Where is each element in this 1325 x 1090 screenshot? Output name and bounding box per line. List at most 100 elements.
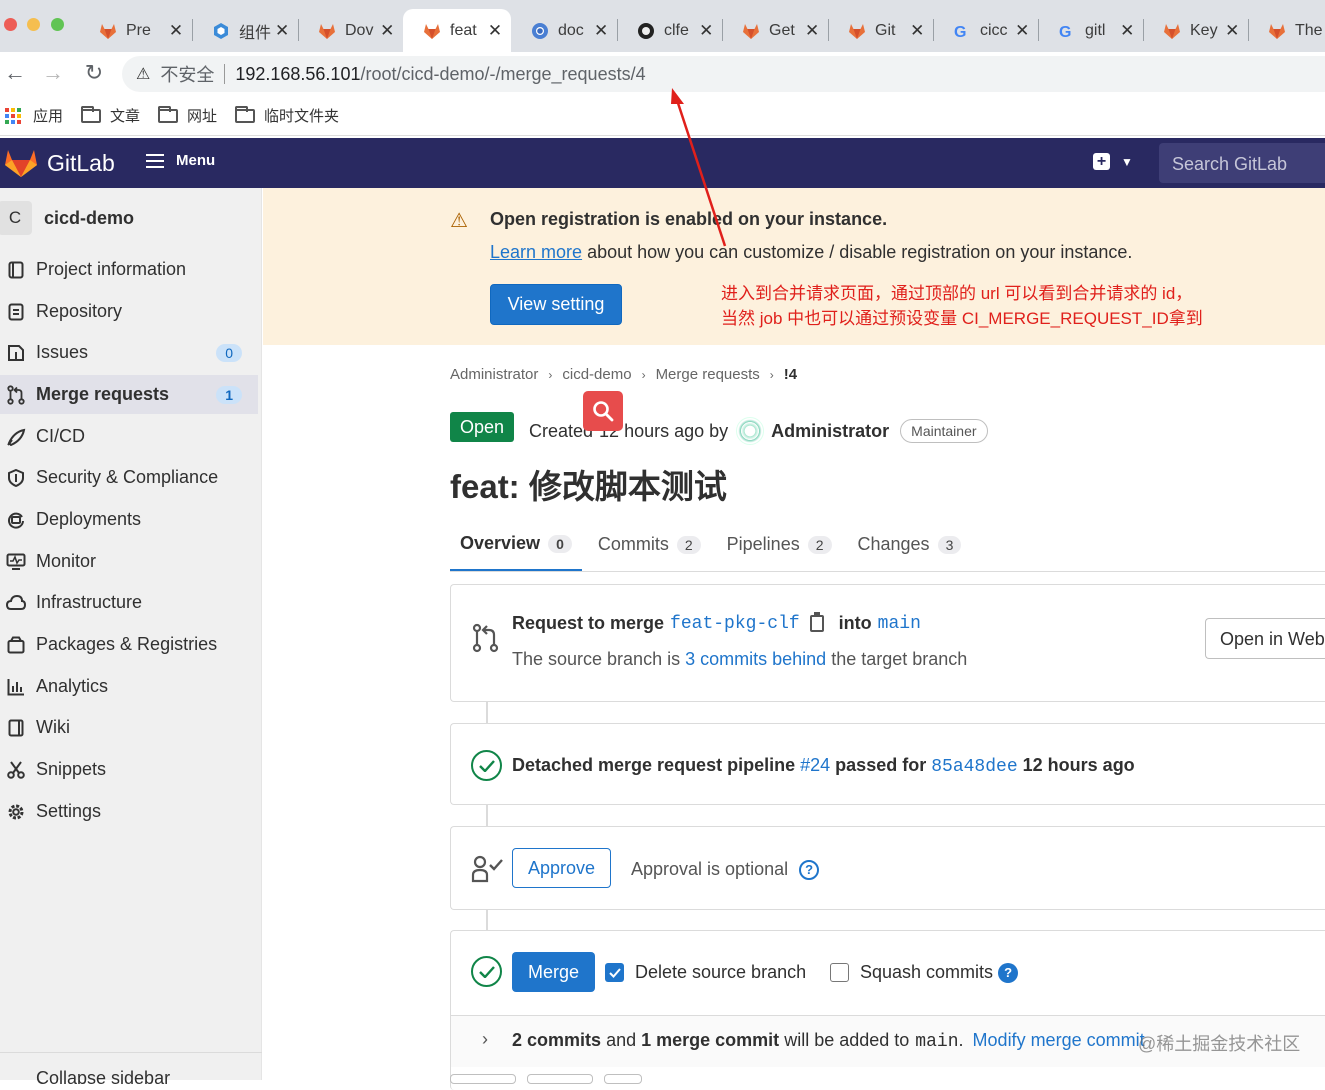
- breadcrumb-administrator[interactable]: Administrator: [450, 366, 538, 383]
- browser-tab[interactable]: Ggitl ✕: [1038, 9, 1143, 52]
- help-icon[interactable]: ?: [998, 962, 1019, 983]
- back-button[interactable]: ←: [0, 60, 30, 86]
- close-window-button[interactable]: [4, 18, 17, 31]
- close-tab-icon[interactable]: ✕: [274, 21, 290, 41]
- reload-button[interactable]: ↻: [79, 60, 109, 86]
- browser-tab[interactable]: 组件 ✕: [192, 9, 298, 52]
- project-header[interactable]: C cicd-demo: [0, 198, 258, 238]
- bookmark-folder-articles[interactable]: 文章: [81, 105, 140, 126]
- view-setting-button[interactable]: View setting: [490, 284, 622, 325]
- source-branch-link[interactable]: feat-pkg-clf: [670, 614, 800, 634]
- close-tab-icon[interactable]: ✕: [1120, 21, 1135, 41]
- partial-button-3[interactable]: [604, 1074, 642, 1084]
- delete-branch-checkbox[interactable]: [605, 963, 624, 982]
- svg-text:G: G: [1059, 24, 1071, 40]
- bookmark-label: 应用: [33, 108, 64, 125]
- pipeline-id-link[interactable]: #24: [800, 755, 830, 775]
- bookmark-apps[interactable]: 应用: [5, 105, 63, 126]
- squash-checkbox[interactable]: [830, 963, 849, 982]
- modify-merge-commit-link[interactable]: Modify merge commit: [973, 1030, 1145, 1050]
- target-branch-link[interactable]: main: [878, 614, 921, 634]
- breadcrumb-mr-id[interactable]: !4: [784, 366, 797, 383]
- pipeline-success-icon[interactable]: [471, 750, 502, 781]
- magnifier-overlay-button[interactable]: [583, 391, 623, 431]
- delete-branch-label: Delete source branch: [635, 962, 807, 982]
- browser-tab[interactable]: Git ✕: [828, 9, 933, 52]
- copy-branch-icon[interactable]: [809, 612, 824, 632]
- commits-behind-link[interactable]: 3 commits behind: [685, 649, 826, 669]
- browser-tab[interactable]: The✕: [1248, 9, 1325, 52]
- sidebar-item-packages-registries[interactable]: Packages & Registries: [0, 625, 258, 664]
- author-name[interactable]: Administrator: [771, 421, 889, 442]
- collapse-sidebar-button[interactable]: Collapse sidebar: [6, 1068, 170, 1084]
- browser-tab[interactable]: Dov ✕: [298, 9, 403, 52]
- tab-overview[interactable]: Overview 0: [450, 518, 582, 571]
- sidebar-item-project-information[interactable]: Project information: [0, 250, 258, 289]
- browser-tab[interactable]: Key ✕: [1143, 9, 1248, 52]
- gitlab-logo-icon: [5, 150, 37, 177]
- bookmark-folder-temp[interactable]: 临时文件夹: [235, 105, 339, 126]
- breadcrumb-merge-requests[interactable]: Merge requests: [656, 366, 760, 383]
- gitlab-home-link[interactable]: GitLab: [4, 148, 115, 178]
- question-circle-icon[interactable]: ?: [799, 859, 820, 880]
- project-sidebar: C cicd-demo Project information Repositor…: [0, 188, 262, 1084]
- sidebar-item-wiki[interactable]: Wiki: [0, 708, 258, 747]
- sidebar-item-merge-requests[interactable]: Merge requests 1: [0, 375, 258, 414]
- bookmark-folder-urls[interactable]: 网址: [158, 105, 217, 126]
- close-tab-icon[interactable]: ✕: [380, 21, 395, 41]
- close-tab-icon[interactable]: ✕: [804, 21, 820, 41]
- sidebar-item-label: Issues: [36, 342, 89, 362]
- sidebar-item-label: Deployments: [36, 509, 142, 529]
- maximize-window-button[interactable]: [51, 18, 64, 31]
- partial-button-2[interactable]: [527, 1074, 593, 1084]
- tab-commits[interactable]: Commits 2: [588, 518, 711, 571]
- new-dropdown-button[interactable]: + ▼: [1093, 153, 1133, 170]
- timeline-connector: [486, 805, 488, 827]
- chevron-right-icon[interactable]: ›: [482, 1029, 488, 1050]
- minimize-window-button[interactable]: [27, 18, 40, 31]
- partial-button-1[interactable]: [450, 1074, 516, 1084]
- sidebar-item-issues[interactable]: Issues 0: [0, 333, 258, 372]
- open-in-web-ide-button[interactable]: Open in Web: [1205, 618, 1325, 659]
- address-bar[interactable]: ⚠ 不安全 192.168.56.101 /root/cicd-demo/-/m…: [122, 56, 1325, 92]
- author-avatar[interactable]: [736, 417, 765, 445]
- sidebar-item-deployments[interactable]: Deployments: [0, 500, 258, 539]
- browser-tab[interactable]: feat ✕: [403, 9, 511, 52]
- sidebar-item-settings[interactable]: Settings: [0, 792, 258, 831]
- browser-tab[interactable]: Pre ✕: [85, 9, 192, 52]
- commit-sha-link[interactable]: 85a48dee: [931, 757, 1017, 777]
- browser-tab[interactable]: doc ✕: [511, 9, 617, 52]
- chevron-down-icon: ▼: [1121, 154, 1133, 169]
- close-tab-icon[interactable]: ✕: [699, 21, 714, 41]
- squash-commits-option[interactable]: Squash commits ?: [830, 962, 1019, 983]
- sidebar-item-snippets[interactable]: Snippets: [0, 750, 258, 789]
- learn-more-link[interactable]: Learn more: [490, 242, 582, 262]
- browser-tab[interactable]: clfe ✕: [617, 9, 722, 52]
- tab-pipelines[interactable]: Pipelines 2: [717, 518, 842, 571]
- browser-tab[interactable]: Get ✕: [722, 9, 828, 52]
- delete-source-branch-option[interactable]: Delete source branch: [605, 962, 806, 983]
- gitlab-fox-icon: [99, 22, 117, 40]
- close-tab-icon[interactable]: ✕: [593, 21, 609, 41]
- close-tab-icon[interactable]: ✕: [487, 21, 503, 41]
- menu-button[interactable]: Menu: [146, 152, 215, 169]
- sidebar-item-repository[interactable]: Repository: [0, 292, 258, 331]
- sidebar-item-ci-cd[interactable]: CI/CD: [0, 417, 258, 456]
- sidebar-item-infrastructure[interactable]: Infrastructure: [0, 583, 258, 622]
- browser-tab[interactable]: Gcicc ✕: [933, 9, 1038, 52]
- forward-button[interactable]: →: [38, 60, 68, 86]
- sidebar-item-security-compliance[interactable]: Security & Compliance: [0, 458, 258, 497]
- close-tab-icon[interactable]: ✕: [168, 21, 184, 41]
- sidebar-item-analytics[interactable]: Analytics: [0, 667, 258, 706]
- gitlab-fox-icon: [318, 22, 336, 40]
- breadcrumb-project[interactable]: cicd-demo: [562, 366, 631, 383]
- close-tab-icon[interactable]: ✕: [910, 21, 925, 41]
- sidebar-item-monitor[interactable]: Monitor: [0, 542, 258, 581]
- close-tab-icon[interactable]: ✕: [1015, 21, 1030, 41]
- tab-changes[interactable]: Changes 3: [848, 518, 972, 571]
- search-input[interactable]: Search GitLab: [1159, 143, 1325, 183]
- close-tab-icon[interactable]: ✕: [1225, 21, 1240, 41]
- merge-button[interactable]: Merge: [512, 952, 595, 992]
- annotation-line-1: 进入到合并请求页面，通过顶部的 url 可以看到合并请求的 id，: [721, 284, 1193, 303]
- approve-button[interactable]: Approve: [512, 848, 611, 888]
